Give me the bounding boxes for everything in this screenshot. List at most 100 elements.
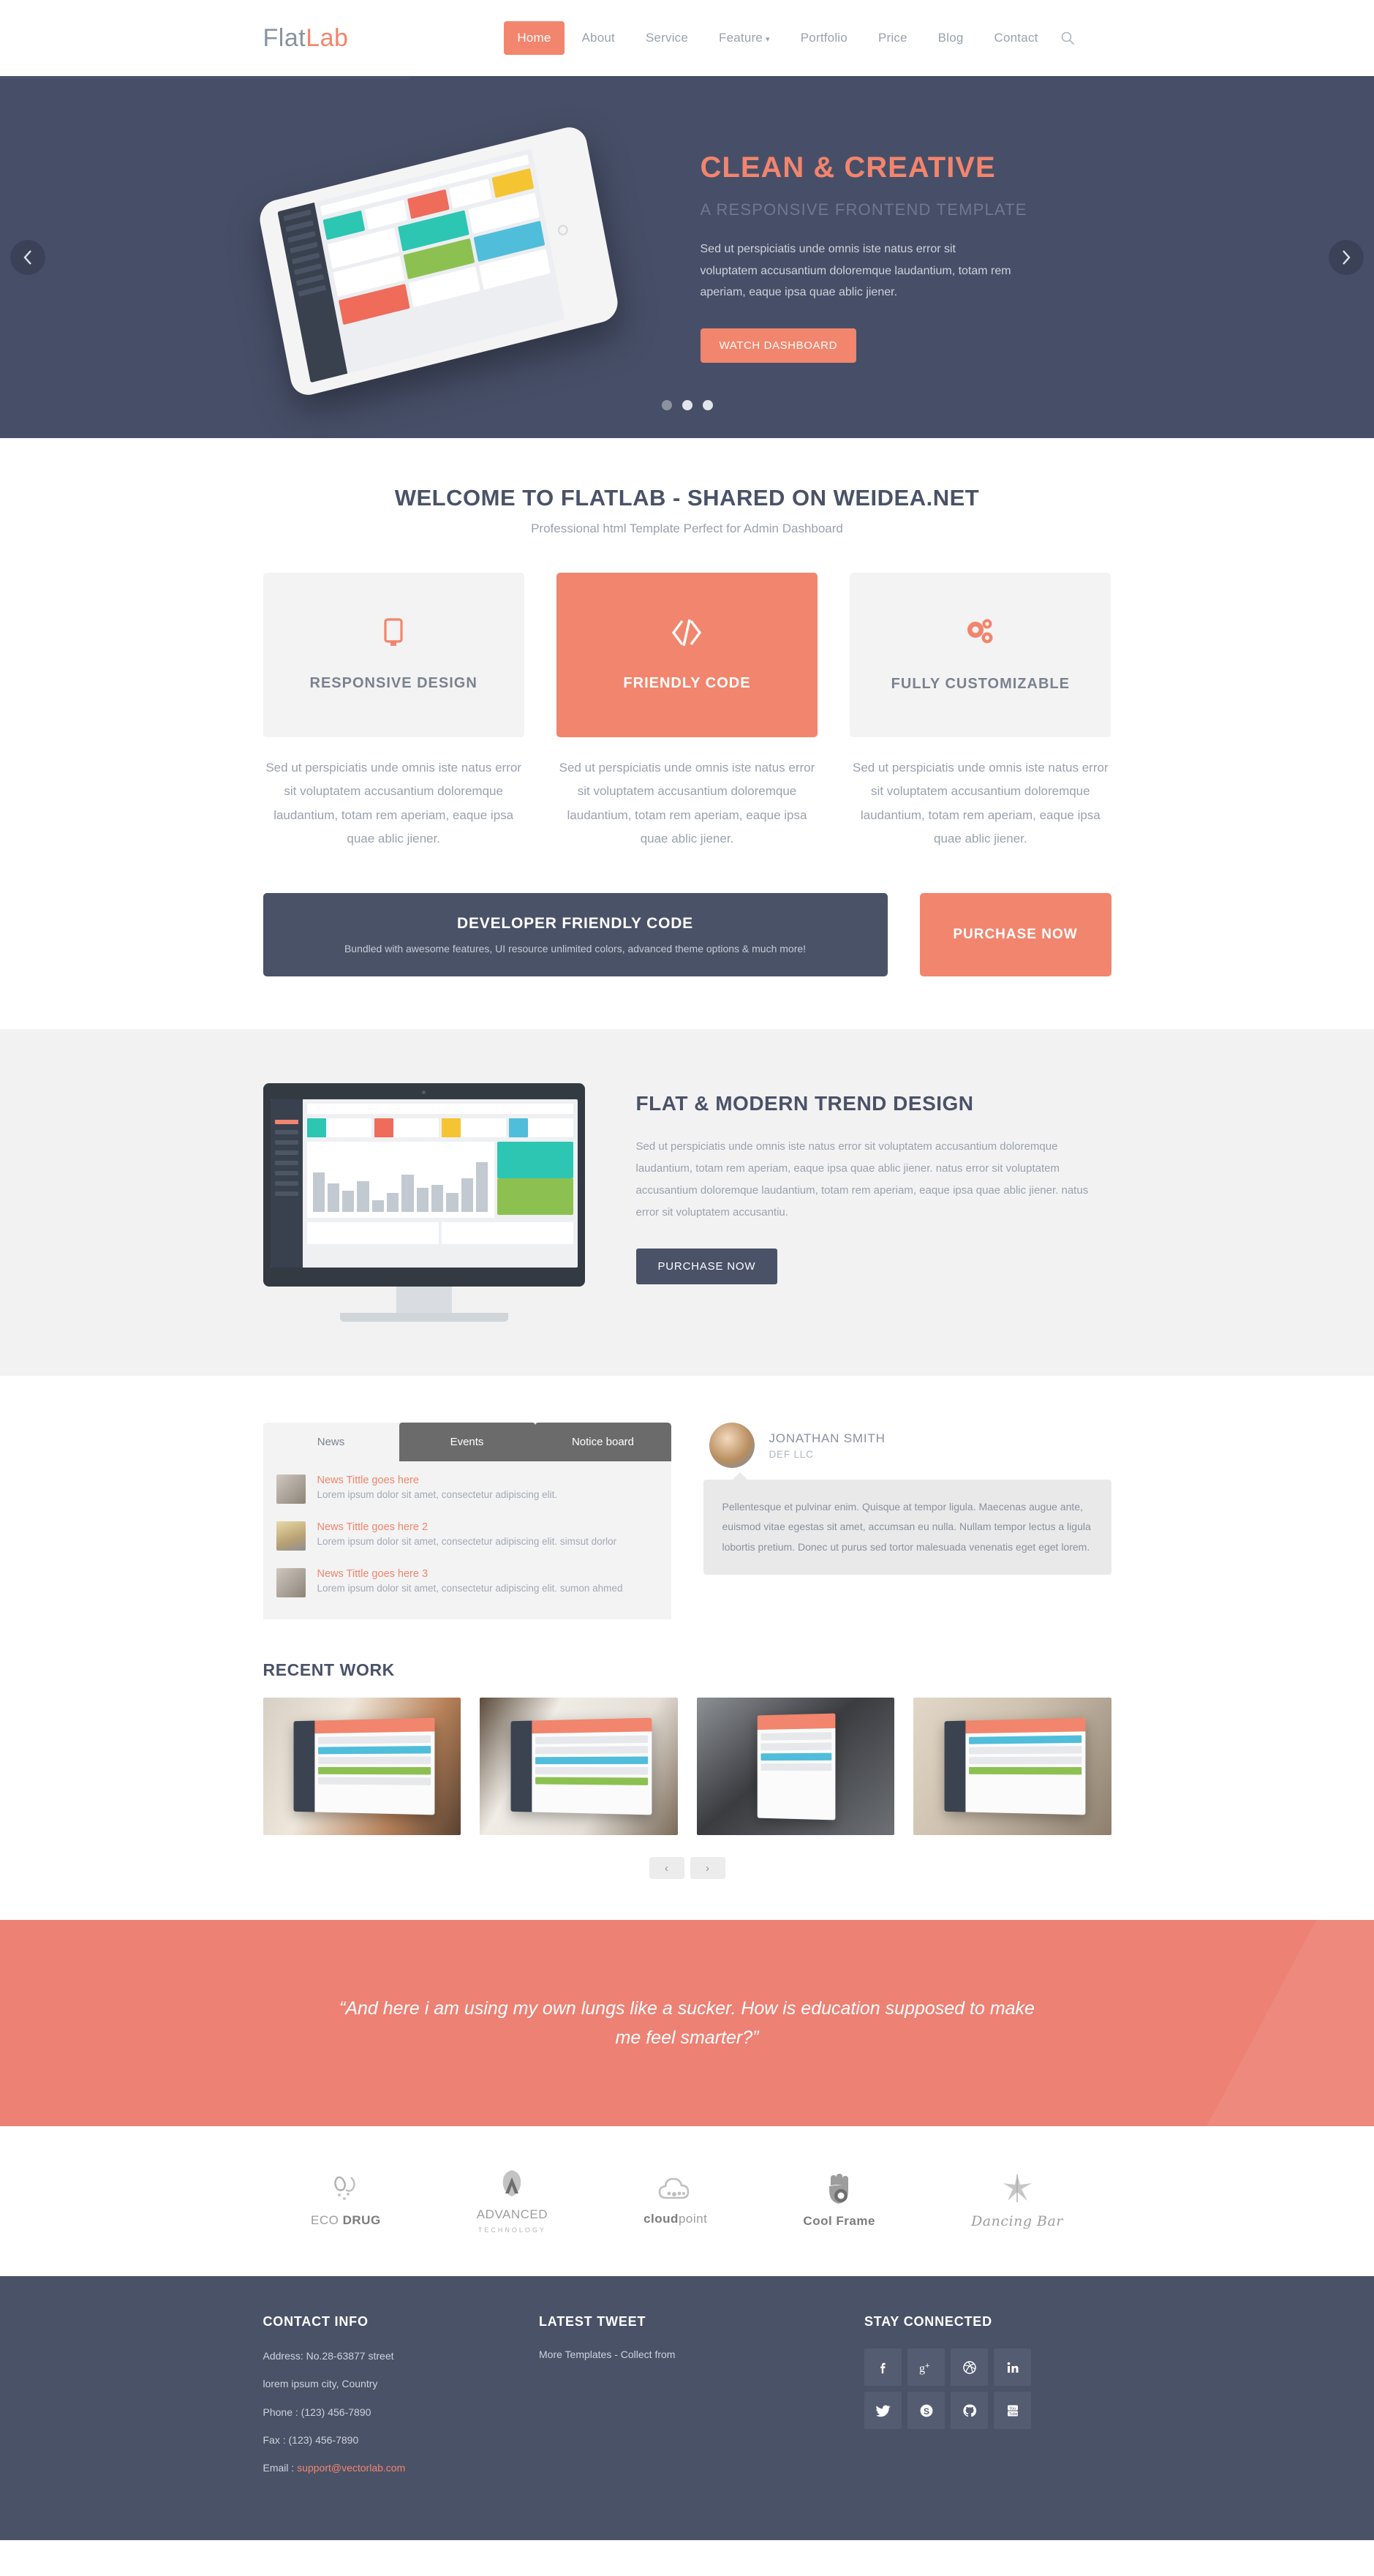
- dribbble-icon[interactable]: [951, 2349, 988, 2387]
- social-links: g + S You Tube: [864, 2349, 1031, 2430]
- hero-pagination-dots: [661, 400, 713, 410]
- svg-text:g: g: [919, 2362, 925, 2375]
- hero-description: Sed ut perspiciatis unde omnis iste natu…: [700, 243, 1011, 299]
- recent-work-section: RECENT WORK ‹ ›: [263, 1660, 1111, 1920]
- footer-address-line2: lorem ipsum city, Country: [263, 2378, 378, 2390]
- tab-events[interactable]: Events: [399, 1423, 535, 1462]
- feature-list: RESPONSIVE DESIGN Sed ut perspiciatis un…: [263, 573, 1111, 851]
- hero-dot-1[interactable]: [661, 400, 672, 410]
- work-item-tablet-dashboard[interactable]: [913, 1698, 1111, 1836]
- client-cloudpoint[interactable]: cloudpoint: [643, 2176, 707, 2226]
- client-name: Dancing Bar: [971, 2213, 1063, 2230]
- news-item-desc: Lorem ipsum dolor sit amet, consectetur …: [317, 1489, 558, 1501]
- site-header: FlatLab Home About Service Feature ▾ Port…: [0, 0, 1374, 76]
- eco-drug-logo-icon: [329, 2174, 363, 2209]
- cloudpoint-logo-icon: [657, 2176, 694, 2207]
- purchase-now-button[interactable]: PURCHASE NOW: [919, 893, 1111, 977]
- feature-title: FRIENDLY CODE: [623, 675, 751, 691]
- work-prev-arrow-icon[interactable]: ‹: [649, 1857, 684, 1880]
- hero-next-arrow-icon[interactable]: [1329, 239, 1364, 275]
- feature-card[interactable]: FRIENDLY CODE: [556, 573, 818, 737]
- news-item-desc: Lorem ipsum dolor sit amet, consectetur …: [317, 1536, 617, 1548]
- skype-icon[interactable]: S: [907, 2392, 945, 2430]
- footer-address-line1: Address: No.28-63877 street: [263, 2350, 394, 2362]
- tab-notice-board[interactable]: Notice board: [535, 1423, 671, 1462]
- main-navigation: Home About Service Feature ▾ Portfolio Pr…: [504, 21, 1079, 55]
- cool-frame-logo-icon: [825, 2174, 854, 2210]
- footer-fax: Fax : (123) 456-7890: [263, 2434, 359, 2447]
- client-name: Cool Frame: [803, 2214, 875, 2229]
- feature-friendly-code: FRIENDLY CODE Sed ut perspiciatis unde o…: [556, 573, 818, 851]
- work-item-laptop-profile[interactable]: [480, 1698, 678, 1836]
- hero-title: CLEAN & CREATIVE: [700, 151, 996, 184]
- svg-text:S: S: [924, 2406, 929, 2417]
- client-name: ECO DRUG: [311, 2213, 381, 2228]
- linkedin-icon[interactable]: [994, 2349, 1031, 2387]
- news-item-title[interactable]: News Tittle goes here 2: [317, 1521, 617, 1533]
- nav-item-about[interactable]: About: [569, 21, 628, 55]
- search-icon[interactable]: [1056, 26, 1079, 50]
- github-icon[interactable]: [951, 2392, 988, 2430]
- footer-email-link[interactable]: support@vectorlab.com: [297, 2462, 405, 2474]
- news-list-item[interactable]: News Tittle goes here 3 Lorem ipsum dolo…: [263, 1559, 671, 1606]
- feature-card[interactable]: FULLY CUSTOMIZABLE: [850, 573, 1111, 737]
- twitter-icon[interactable]: [864, 2392, 902, 2430]
- recent-work-title: RECENT WORK: [263, 1660, 395, 1680]
- developer-friendly-panel: DEVELOPER FRIENDLY CODE Bundled with awe…: [263, 893, 888, 977]
- recent-work-grid: [263, 1698, 1111, 1836]
- quote-banner: “And here i am using my own lungs like a…: [0, 1920, 1374, 2127]
- nav-item-home[interactable]: Home: [504, 21, 565, 55]
- news-panel: News Events Notice board News Tittle goe…: [263, 1423, 671, 1620]
- svg-text:Tube: Tube: [1008, 2412, 1017, 2417]
- feature-fully-customizable: FULLY CUSTOMIZABLE Sed ut perspiciatis u…: [850, 573, 1111, 851]
- news-list-item[interactable]: News Tittle goes here Lorem ipsum dolor …: [263, 1466, 671, 1513]
- feature-title: FULLY CUSTOMIZABLE: [891, 676, 1070, 692]
- watch-dashboard-button[interactable]: WATCH DASHBOARD: [700, 328, 857, 363]
- nav-item-portfolio[interactable]: Portfolio: [788, 21, 861, 55]
- hero-tablet-image: [256, 76, 673, 438]
- nav-item-blog[interactable]: Blog: [925, 21, 977, 55]
- work-next-arrow-icon[interactable]: ›: [690, 1857, 725, 1880]
- client-name: cloudpoint: [643, 2212, 708, 2226]
- footer-tweet-text: More Templates - Collect from: [539, 2349, 676, 2361]
- news-item-desc: Lorem ipsum dolor sit amet, consectetur …: [317, 1583, 623, 1594]
- footer-social-heading: STAY CONNECTED: [864, 2314, 992, 2330]
- news-list-item[interactable]: News Tittle goes here 2 Lorem ipsum dolo…: [263, 1513, 671, 1559]
- feature-card[interactable]: RESPONSIVE DESIGN: [263, 573, 524, 737]
- client-dancing-bar[interactable]: Dancing Bar: [971, 2173, 1063, 2229]
- work-item-phone-profile[interactable]: [696, 1698, 894, 1836]
- testimonial-quote: Pellentesque et pulvinar enim. Quisque a…: [703, 1472, 1111, 1575]
- youtube-icon[interactable]: You Tube: [994, 2392, 1031, 2430]
- hero-prev-arrow-icon[interactable]: [10, 239, 45, 275]
- news-item-title[interactable]: News Tittle goes here: [317, 1475, 558, 1486]
- purchase-now-button-secondary[interactable]: PURCHASE NOW: [635, 1249, 778, 1285]
- welcome-title: WELCOME TO FLATLAB - SHARED ON WEIDEA.NE…: [394, 485, 980, 511]
- google-plus-icon[interactable]: g +: [907, 2349, 945, 2387]
- client-advanced-technology[interactable]: ADVANCED TECHNOLOGY: [477, 2169, 548, 2234]
- clients-section: ECO DRUG ADVANCED TECHNOLOGY cloudpoint …: [0, 2126, 1374, 2277]
- hero-subtitle: A RESPONSIVE FRONTEND TEMPLATE: [700, 200, 1027, 219]
- nav-item-price[interactable]: Price: [865, 21, 921, 55]
- cta-subtitle: Bundled with awesome features, UI resour…: [344, 943, 807, 955]
- tab-news[interactable]: News: [263, 1423, 399, 1462]
- site-logo[interactable]: FlatLab: [263, 24, 349, 53]
- news-item-title[interactable]: News Tittle goes here 3: [317, 1568, 623, 1580]
- facebook-icon[interactable]: [864, 2349, 902, 2387]
- footer-tweet-heading: LATEST TWEET: [539, 2314, 646, 2330]
- nav-item-feature[interactable]: Feature ▾: [706, 21, 783, 55]
- work-item-laptop-dashboard[interactable]: [263, 1698, 461, 1836]
- welcome-subtitle: Professional html Template Perfect for A…: [531, 521, 843, 535]
- client-name: ADVANCED: [476, 2207, 548, 2222]
- hero-dot-2[interactable]: [682, 400, 692, 410]
- news-thumbnail: [276, 1521, 306, 1551]
- news-thumbnail: [276, 1475, 306, 1504]
- footer-social-column: STAY CONNECTED g + S You Tube: [864, 2314, 1111, 2488]
- nav-item-contact[interactable]: Contact: [981, 21, 1052, 55]
- advanced-technology-logo-icon: [497, 2169, 527, 2203]
- logo-flat: Flat: [263, 23, 306, 52]
- client-cool-frame[interactable]: Cool Frame: [803, 2174, 875, 2229]
- client-eco-drug[interactable]: ECO DRUG: [311, 2174, 381, 2228]
- cta-title: DEVELOPER FRIENDLY CODE: [457, 915, 693, 933]
- hero-dot-3[interactable]: [702, 400, 713, 410]
- nav-item-service[interactable]: Service: [633, 21, 701, 55]
